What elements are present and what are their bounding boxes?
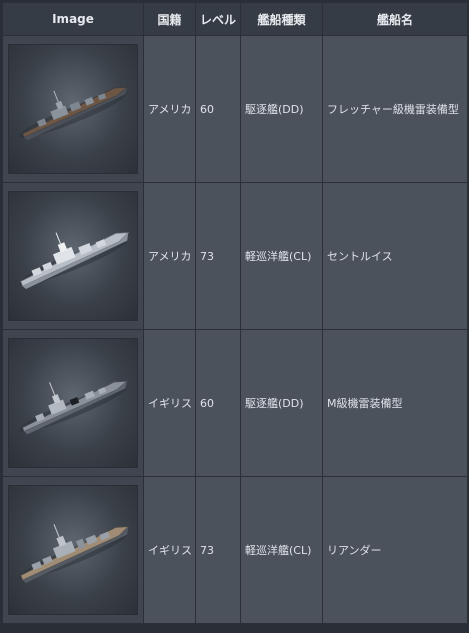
light-cruiser-ship-image: [8, 485, 138, 615]
ship-image-cell: [2, 182, 144, 330]
light-cruiser-ship-image: [8, 191, 138, 321]
level-cell: 73: [195, 476, 241, 624]
nation-cell: イギリス: [143, 329, 196, 477]
ship-type-cell: 駆逐艦(DD): [240, 329, 323, 477]
table-row: イギリス 60 駆逐艦(DD) M級機雷装備型: [2, 329, 468, 477]
level-cell: 73: [195, 182, 241, 330]
header-image: Image: [2, 2, 144, 36]
ship-type-cell: 軽巡洋艦(CL): [240, 476, 323, 624]
nation-cell: アメリカ: [143, 35, 196, 183]
level-cell: 60: [195, 329, 241, 477]
nation-cell: イギリス: [143, 476, 196, 624]
destroyer-ship-image: [8, 338, 138, 468]
ship-image-cell: [2, 35, 144, 183]
table-header-row: Image 国籍 レベル 艦船種類 艦船名: [2, 2, 468, 36]
header-ship-name: 艦船名: [322, 2, 468, 36]
level-cell: 60: [195, 35, 241, 183]
header-nation: 国籍: [143, 2, 196, 36]
ship-type-cell: 軽巡洋艦(CL): [240, 182, 323, 330]
ship-name-cell: M級機雷装備型: [322, 329, 468, 477]
table-row: アメリカ 60 駆逐艦(DD) フレッチャー級機雷装備型: [2, 35, 468, 183]
table-row: アメリカ 73 軽巡洋艦(CL) セントルイス: [2, 182, 468, 330]
ship-name-cell: フレッチャー級機雷装備型: [322, 35, 468, 183]
ship-name-cell: セントルイス: [322, 182, 468, 330]
ship-type-cell: 駆逐艦(DD): [240, 35, 323, 183]
header-level: レベル: [195, 2, 241, 36]
table-row: イギリス 73 軽巡洋艦(CL) リアンダー: [2, 476, 468, 624]
nation-cell: アメリカ: [143, 182, 196, 330]
ship-image-cell: [2, 329, 144, 477]
destroyer-ship-image: [8, 44, 138, 174]
ship-table: Image 国籍 レベル 艦船種類 艦船名 アメリカ 60 駆逐艦(DD) フレ…: [2, 2, 468, 624]
header-ship-type: 艦船種類: [240, 2, 323, 36]
ship-image-cell: [2, 476, 144, 624]
ship-name-cell: リアンダー: [322, 476, 468, 624]
